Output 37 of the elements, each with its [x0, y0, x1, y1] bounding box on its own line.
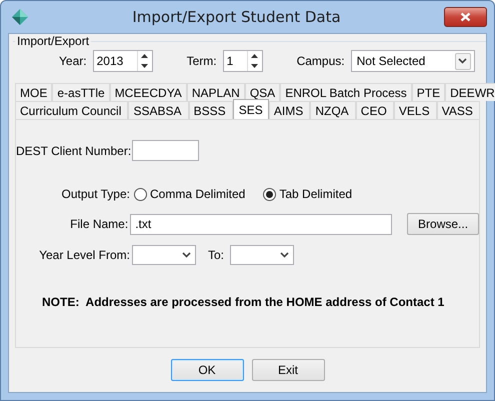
spin-field[interactable]: 1 [222, 50, 263, 72]
dialog-button[interactable]: Exit [252, 359, 324, 381]
tab[interactable]: DEEWR [445, 83, 495, 101]
field-label: File Name: [69, 217, 130, 231]
tab[interactable]: BSSS [188, 101, 233, 119]
field-label: Term: [186, 54, 217, 68]
field-label: Output Type: [60, 187, 131, 201]
tab[interactable]: SES [232, 99, 269, 119]
field-label: To: [208, 248, 224, 262]
field-label: Campus: [296, 54, 345, 68]
field-label: DEST Client Number: [16, 144, 132, 158]
browse-button[interactable]: Browse... [407, 213, 479, 235]
campus-dropdown[interactable]: Not Selected [350, 50, 475, 72]
tab[interactable]: SSABSA [128, 101, 189, 119]
tab[interactable]: QSA [244, 83, 280, 101]
dialog-button[interactable]: OK [170, 359, 244, 381]
tab[interactable]: NZQA [310, 101, 356, 119]
note-text: NOTE: Addresses are processed from the HOME address of Contact 1 [42, 295, 446, 309]
spin-field[interactable]: 2013 [92, 50, 153, 72]
radio-label: Comma Delimited [150, 187, 246, 201]
radio-label: Tab Delimited [279, 187, 352, 201]
input-field[interactable]: .txt [130, 214, 392, 234]
tab[interactable]: PTE [412, 83, 446, 101]
tab[interactable]: MCEECDYA [110, 83, 187, 101]
tab[interactable]: MOE [15, 83, 52, 101]
tab[interactable]: AIMS [268, 101, 310, 119]
window-title: Import/Export Student Data [131, 8, 342, 26]
tab[interactable]: ENROL Batch Process [280, 83, 412, 101]
field-label: Year: [59, 54, 87, 68]
tab[interactable]: e-asTTle [52, 83, 110, 101]
tab[interactable]: VASS [436, 101, 480, 119]
tab[interactable]: VELS [394, 101, 437, 119]
tab[interactable]: Curriculum Council [15, 101, 128, 119]
group-title: Import/Export [16, 34, 90, 48]
tab[interactable]: CEO [356, 101, 394, 119]
tab[interactable]: NAPLAN [186, 83, 245, 101]
field-label: Year Level From: [38, 248, 131, 262]
